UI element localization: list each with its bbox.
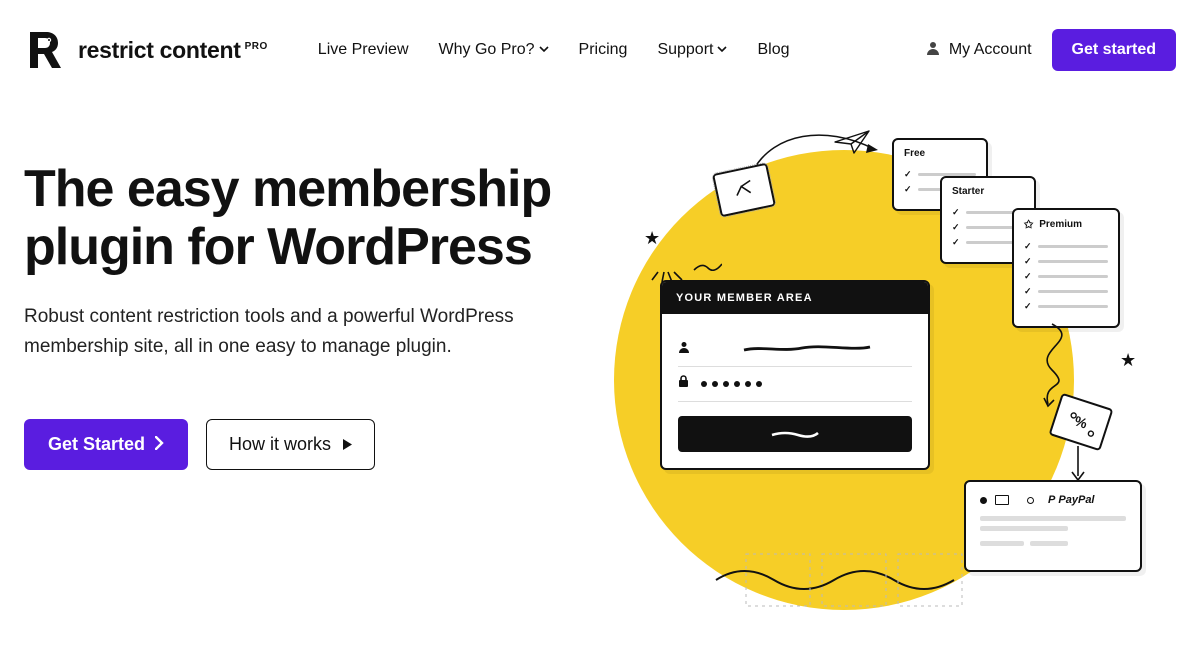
hero-title: The easy membership plugin for WordPress	[24, 160, 584, 276]
header-actions: My Account Get started	[925, 29, 1176, 71]
my-account-link[interactable]: My Account	[925, 40, 1032, 61]
payment-card: P PayPal	[964, 480, 1142, 572]
nav-live-preview[interactable]: Live Preview	[318, 41, 409, 59]
hero-illustration: ★ ★ YOUR MEMBER AREA Free	[584, 160, 1176, 470]
how-it-works-button[interactable]: How it works	[206, 419, 375, 470]
login-button	[678, 416, 912, 452]
nav-support[interactable]: Support	[657, 41, 727, 59]
hero-cta-group: Get Started How it works	[24, 419, 584, 470]
chevron-down-icon	[717, 41, 727, 59]
tier-card-premium: ✩ Premium	[1012, 208, 1120, 328]
scribble-icon	[702, 344, 912, 354]
logo-text: restrict contentPRO	[78, 37, 268, 64]
tier-premium-label: Premium	[1039, 219, 1082, 230]
password-dots	[701, 381, 762, 387]
user-icon	[925, 40, 941, 61]
scribble-icon	[692, 260, 722, 274]
user-icon	[678, 340, 690, 358]
member-card-title: YOUR MEMBER AREA	[662, 282, 928, 314]
dotted-rects-icon	[744, 552, 964, 612]
tier-starter-label: Starter	[952, 186, 984, 197]
hero-subtitle: Robust content restriction tools and a p…	[24, 302, 564, 361]
paypal-label: P PayPal	[1048, 494, 1095, 506]
star-icon: ✩	[1024, 218, 1033, 231]
tier-free-label: Free	[904, 148, 925, 159]
paper-plane-icon	[834, 130, 870, 154]
play-icon	[343, 434, 352, 455]
radio-empty-icon	[1027, 497, 1034, 504]
get-started-button[interactable]: Get started	[1052, 29, 1176, 71]
star-icon: ★	[644, 228, 660, 249]
hero-content: The easy membership plugin for WordPress…	[24, 160, 584, 470]
lock-icon	[678, 375, 689, 393]
nav-why-go-pro[interactable]: Why Go Pro?	[439, 41, 549, 59]
chevron-down-icon	[539, 41, 549, 59]
nav-blog[interactable]: Blog	[757, 41, 789, 59]
primary-nav: Live Preview Why Go Pro? Pricing Support…	[318, 41, 790, 59]
star-icon: ★	[1120, 350, 1136, 371]
arrow-down-icon	[1068, 444, 1088, 484]
hero-section: The easy membership plugin for WordPress…	[0, 100, 1200, 470]
logo-icon	[24, 28, 68, 72]
site-header: restrict contentPRO Live Preview Why Go …	[0, 0, 1200, 100]
credit-card-icon	[995, 495, 1009, 505]
nav-pricing[interactable]: Pricing	[579, 41, 628, 59]
chevron-right-icon	[155, 434, 164, 455]
member-area-card: YOUR MEMBER AREA	[660, 280, 930, 470]
radio-filled-icon	[980, 497, 987, 504]
hero-get-started-button[interactable]: Get Started	[24, 419, 188, 470]
logo[interactable]: restrict contentPRO	[24, 28, 268, 72]
